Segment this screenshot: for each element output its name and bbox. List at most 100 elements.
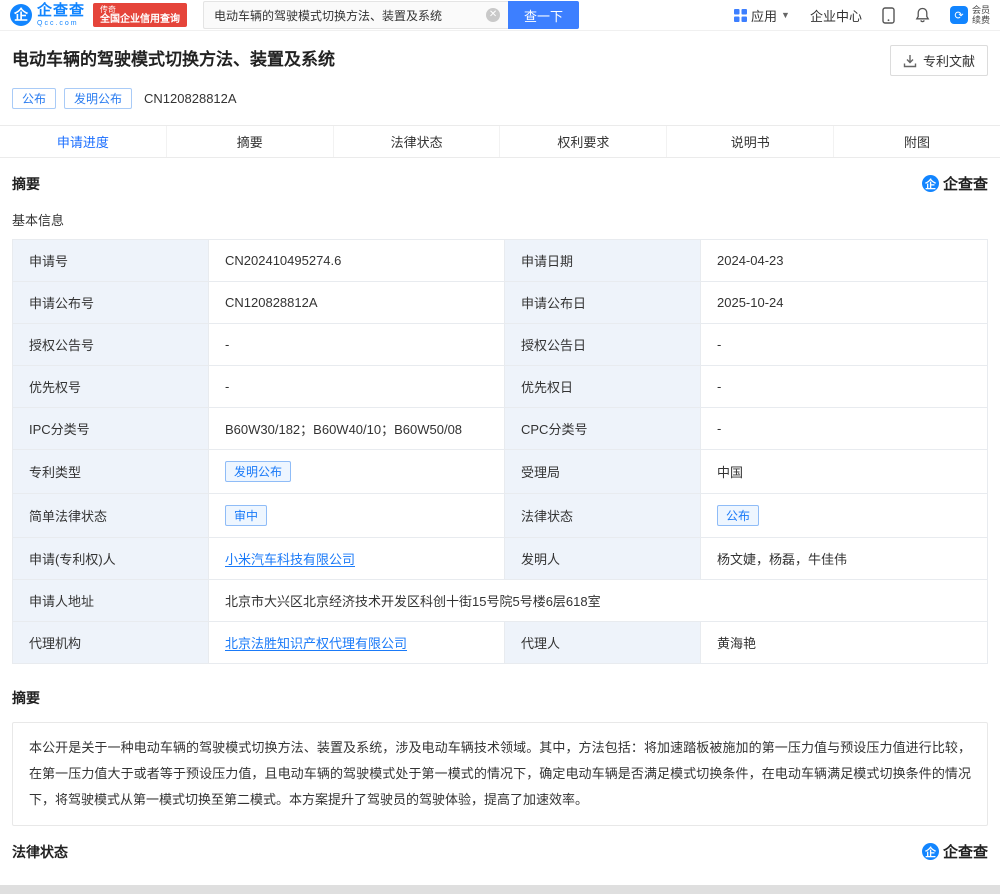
qcc-brand-mark: 企 企查查 (922, 173, 988, 194)
info-label: 申请号 (13, 240, 209, 282)
info-value: 中国 (701, 450, 988, 494)
invention-publication-tag: 发明公布 (64, 88, 132, 109)
info-value: CN120828812A (209, 282, 505, 324)
qcc-logo-subtext: Qcc.com (37, 20, 85, 27)
chevron-down-icon: ▼ (781, 10, 790, 20)
info-value: B60W30/182；B60W40/10；B60W50/08 (209, 408, 505, 450)
table-row: 优先权号 - 优先权日 - (13, 366, 988, 408)
info-value: CN202410495274.6 (209, 240, 505, 282)
legal-status-section-title: 法律状态 (12, 842, 68, 862)
info-label: 申请人地址 (13, 580, 209, 622)
table-row: 代理机构 北京法胜知识产权代理有限公司 代理人 黄海艳 (13, 622, 988, 664)
info-value: 2025-10-24 (701, 282, 988, 324)
info-value: 黄海艳 (701, 622, 988, 664)
agency-link[interactable]: 北京法胜知识产权代理有限公司 (225, 636, 407, 651)
patent-document-button[interactable]: 专利文献 (890, 45, 988, 76)
info-label: 法律状态 (505, 494, 701, 538)
vip-renew-icon: ⟳ (950, 6, 968, 24)
vip-renew[interactable]: ⟳ 会员 续费 (950, 5, 990, 26)
info-label: 申请公布号 (13, 282, 209, 324)
info-value: 杨文婕，杨磊，牛佳伟 (701, 538, 988, 580)
patent-abstract-text: 本公开是关于一种电动车辆的驾驶模式切换方法、装置及系统，涉及电动车辆技术领域。其… (12, 722, 988, 826)
vip-renew-label-top: 会员 (972, 5, 990, 15)
info-label: 代理人 (505, 622, 701, 664)
info-value: - (701, 366, 988, 408)
publication-status-tag: 公布 (12, 88, 56, 109)
download-icon (903, 54, 917, 68)
search-input[interactable] (203, 1, 508, 29)
qcc-brand-icon: 企 (922, 843, 939, 860)
info-label: 发明人 (505, 538, 701, 580)
applicant-link[interactable]: 小米汽车科技有限公司 (225, 552, 355, 567)
tab-bar: 申请进度 摘要 法律状态 权利要求 说明书 附图 (0, 125, 1000, 158)
qcc-logo-text: 企查查 (37, 3, 85, 18)
apps-menu[interactable]: 应用 ▼ (734, 6, 790, 25)
table-row: 申请公布号 CN120828812A 申请公布日 2025-10-24 (13, 282, 988, 324)
basic-info-title: 基本信息 (12, 210, 988, 229)
simple-legal-status-tag: 审中 (225, 505, 267, 526)
info-label: 授权公告日 (505, 324, 701, 366)
slogan-badge-bottom: 全国企业信用查询 (100, 14, 180, 26)
tab-application-progress[interactable]: 申请进度 (0, 126, 167, 157)
tab-legal-status[interactable]: 法律状态 (334, 126, 501, 157)
vip-renew-label-bottom: 续费 (972, 15, 990, 25)
info-label: CPC分类号 (505, 408, 701, 450)
qcc-logo[interactable]: 企 企查查 Qcc.com (10, 3, 85, 27)
patent-type-tag: 发明公布 (225, 461, 291, 482)
main-content: 摘要 企 企查查 基本信息 申请号 CN202410495274.6 申请日期 … (0, 173, 1000, 894)
info-label: 专利类型 (13, 450, 209, 494)
clear-search-icon[interactable]: ✕ (486, 8, 500, 22)
qcc-brand-text: 企查查 (943, 173, 988, 194)
info-value: 公布 (701, 494, 988, 538)
info-value: 审中 (209, 494, 505, 538)
bottom-strip (0, 885, 1000, 894)
info-value: - (209, 366, 505, 408)
table-row: 简单法律状态 审中 法律状态 公布 (13, 494, 988, 538)
top-navbar: 企 企查查 Qcc.com 传奇 全国企业信用查询 ✕ 查一下 (0, 0, 1000, 31)
patent-detail-page: 企 企查查 Qcc.com 传奇 全国企业信用查询 ✕ 查一下 (0, 0, 1000, 894)
tab-description[interactable]: 说明书 (667, 126, 834, 157)
info-label: 优先权号 (13, 366, 209, 408)
tab-claims[interactable]: 权利要求 (500, 126, 667, 157)
basic-info-table: 申请号 CN202410495274.6 申请日期 2024-04-23 申请公… (12, 239, 988, 664)
table-row: IPC分类号 B60W30/182；B60W40/10；B60W50/08 CP… (13, 408, 988, 450)
tab-drawings[interactable]: 附图 (834, 126, 1000, 157)
info-label: 受理局 (505, 450, 701, 494)
legal-status-tag: 公布 (717, 505, 759, 526)
slogan-badge: 传奇 全国企业信用查询 (93, 3, 187, 28)
table-row: 申请人地址 北京市大兴区北京经济技术开发区科创十街15号院5号楼6层618室 (13, 580, 988, 622)
info-label: 申请公布日 (505, 282, 701, 324)
info-label: 优先权日 (505, 366, 701, 408)
info-label: 申请日期 (505, 240, 701, 282)
qcc-logo-icon: 企 (10, 4, 32, 26)
enterprise-center-label: 企业中心 (810, 6, 862, 25)
patent-document-label: 专利文献 (923, 51, 975, 70)
notification-bell-icon[interactable] (915, 7, 930, 23)
info-label: 申请(专利权)人 (13, 538, 209, 580)
info-value: 发明公布 (209, 450, 505, 494)
info-value: 小米汽车科技有限公司 (209, 538, 505, 580)
apps-grid-icon (734, 9, 747, 22)
table-row: 专利类型 发明公布 受理局 中国 (13, 450, 988, 494)
table-row: 申请号 CN202410495274.6 申请日期 2024-04-23 (13, 240, 988, 282)
info-label: 简单法律状态 (13, 494, 209, 538)
tab-abstract[interactable]: 摘要 (167, 126, 334, 157)
patent-header: 电动车辆的驾驶模式切换方法、装置及系统 专利文献 公布 发明公布 CN12082… (0, 31, 1000, 109)
page-title: 电动车辆的驾驶模式切换方法、装置及系统 (12, 45, 335, 70)
slogan-badge-top: 传奇 (100, 5, 180, 14)
table-row: 申请(专利权)人 小米汽车科技有限公司 发明人 杨文婕，杨磊，牛佳伟 (13, 538, 988, 580)
table-row: 授权公告号 - 授权公告日 - (13, 324, 988, 366)
qcc-brand-icon: 企 (922, 175, 939, 192)
summary-title: 摘要 (12, 688, 988, 708)
search-button[interactable]: 查一下 (508, 1, 579, 29)
abstract-section-title: 摘要 (12, 174, 40, 194)
info-value: 2024-04-23 (701, 240, 988, 282)
mobile-app-icon[interactable] (882, 7, 895, 24)
info-value: - (701, 408, 988, 450)
info-label: 授权公告号 (13, 324, 209, 366)
enterprise-center-link[interactable]: 企业中心 (810, 6, 862, 25)
info-value: - (701, 324, 988, 366)
info-value: 北京市大兴区北京经济技术开发区科创十街15号院5号楼6层618室 (209, 580, 988, 622)
info-value: - (209, 324, 505, 366)
apps-menu-label: 应用 (751, 6, 777, 25)
